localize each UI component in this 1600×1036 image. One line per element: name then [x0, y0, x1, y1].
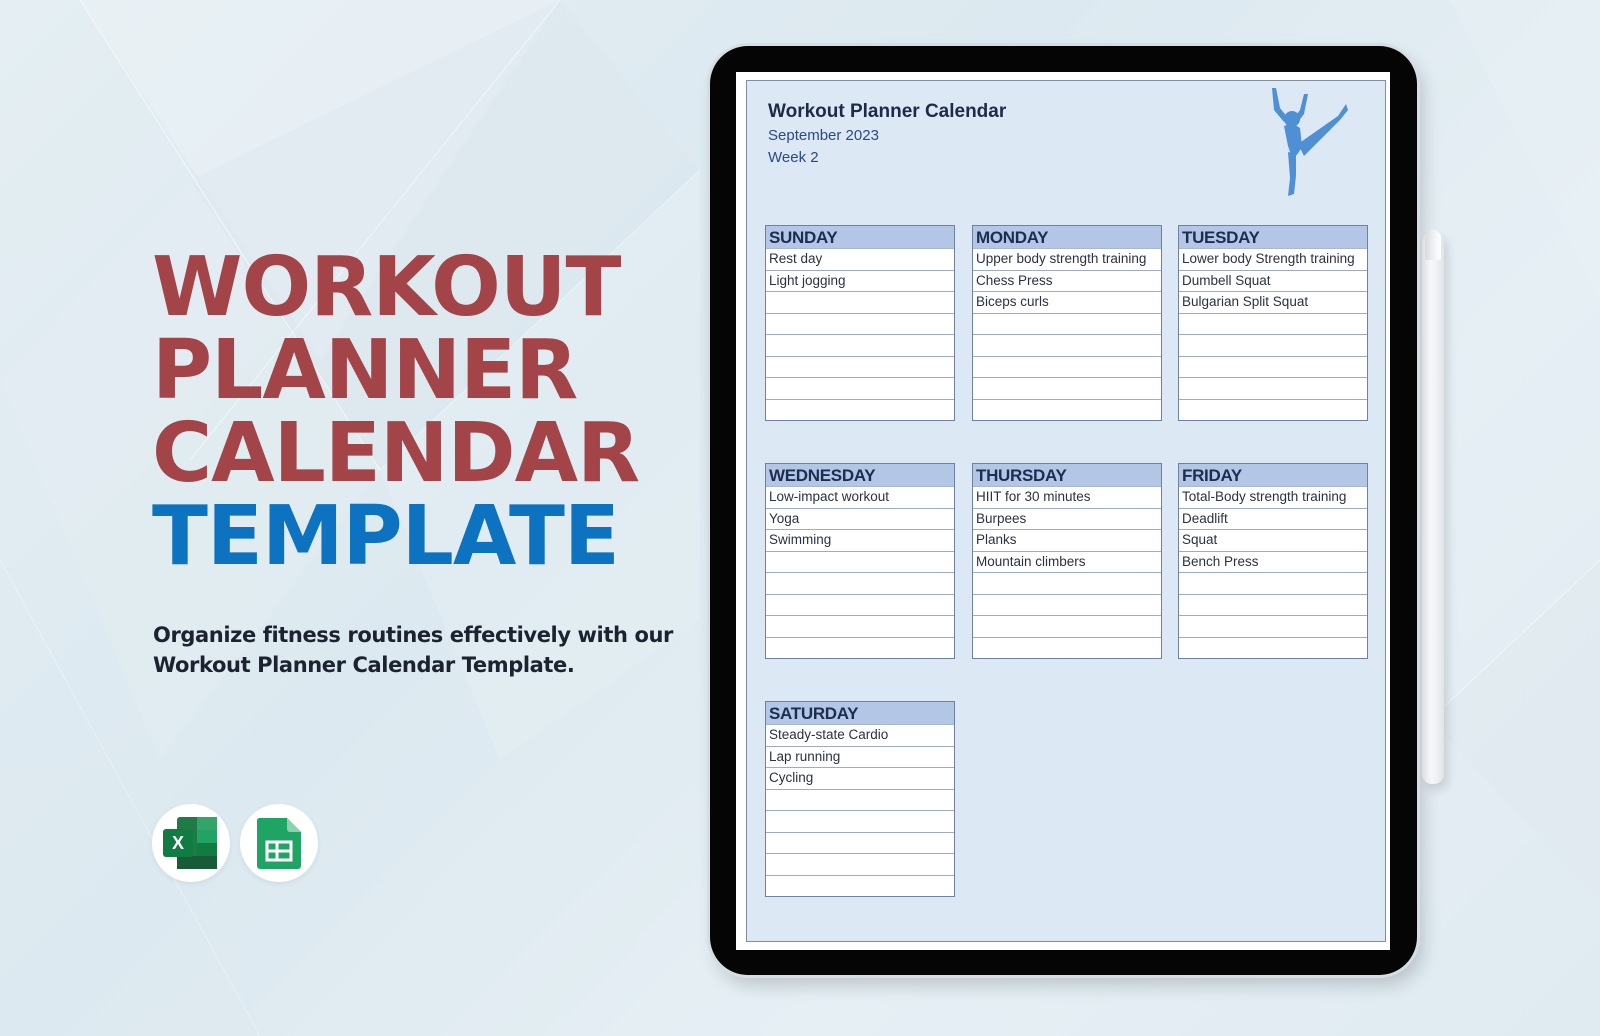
workout-cell[interactable] — [766, 790, 954, 811]
workout-cell[interactable] — [766, 595, 954, 616]
workout-cell[interactable] — [1179, 357, 1367, 378]
workout-cell[interactable] — [766, 292, 954, 314]
workout-cell[interactable]: Swimming — [766, 530, 954, 552]
promo-title-line-1: WORKOUT — [152, 240, 621, 335]
workout-cell[interactable] — [973, 638, 1161, 660]
workout-cell[interactable]: Dumbell Squat — [1179, 271, 1367, 292]
day-header: SATURDAY — [766, 702, 954, 725]
workout-cell[interactable]: Deadlift — [1179, 509, 1367, 530]
workout-cell[interactable] — [766, 876, 954, 898]
day-card-tuesday: TUESDAY Lower body Strength training Dum… — [1178, 225, 1368, 421]
workout-cell[interactable]: Yoga — [766, 509, 954, 530]
stylus-tip — [1425, 230, 1441, 260]
day-card-friday: FRIDAY Total-Body strength training Dead… — [1178, 463, 1368, 659]
day-header: TUESDAY — [1179, 226, 1367, 249]
promo-description-line-1: Organize fitness routines effectively wi… — [153, 623, 673, 647]
workout-cell[interactable] — [766, 638, 954, 660]
workout-cell[interactable] — [766, 616, 954, 638]
workout-cell[interactable] — [973, 595, 1161, 616]
workout-cell[interactable] — [1179, 595, 1367, 616]
document-title: Workout Planner Calendar — [768, 101, 1007, 122]
day-card-monday: MONDAY Upper body strength training Ches… — [972, 225, 1162, 421]
workout-cell[interactable] — [766, 854, 954, 876]
workout-cell[interactable]: Biceps curls — [973, 292, 1161, 314]
excel-icon: X — [163, 817, 217, 869]
promo-description: Organize fitness routines effectively wi… — [153, 620, 673, 680]
workout-cell[interactable] — [766, 833, 954, 854]
promo-title-line-3: CALENDAR — [152, 406, 640, 501]
workout-cell[interactable]: Mountain climbers — [973, 552, 1161, 573]
workout-cell[interactable]: Bulgarian Split Squat — [1179, 292, 1367, 314]
promo-title-highlight: TEMPLATE — [152, 489, 620, 584]
workout-cell[interactable]: HIIT for 30 minutes — [973, 487, 1161, 509]
day-header: WEDNESDAY — [766, 464, 954, 487]
workout-cell[interactable] — [973, 357, 1161, 378]
day-header: FRIDAY — [1179, 464, 1367, 487]
day-card-saturday: SATURDAY Steady-state Cardio Lap running… — [765, 701, 955, 897]
workout-cell[interactable] — [766, 335, 954, 357]
workout-cell[interactable] — [766, 400, 954, 422]
workout-cell[interactable] — [1179, 573, 1367, 595]
workout-cell[interactable] — [1179, 400, 1367, 422]
workout-cell[interactable] — [766, 811, 954, 833]
workout-cell[interactable]: Burpees — [973, 509, 1161, 530]
workout-cell[interactable] — [1179, 616, 1367, 638]
workout-cell[interactable] — [766, 378, 954, 400]
workout-cell[interactable] — [973, 400, 1161, 422]
workout-cell[interactable] — [1179, 378, 1367, 400]
workout-cell[interactable]: Bench Press — [1179, 552, 1367, 573]
promo-title-line-2: PLANNER — [152, 323, 578, 418]
workout-cell[interactable] — [973, 573, 1161, 595]
workout-cell[interactable] — [973, 314, 1161, 335]
workout-cell[interactable]: Lap running — [766, 747, 954, 768]
workout-cell[interactable]: Cycling — [766, 768, 954, 790]
day-card-wednesday: WEDNESDAY Low-impact workout Yoga Swimmi… — [765, 463, 955, 659]
workout-cell[interactable]: Planks — [973, 530, 1161, 552]
dancer-silhouette-icon — [1272, 88, 1348, 196]
workout-cell[interactable] — [973, 616, 1161, 638]
workout-cell[interactable] — [766, 552, 954, 573]
stylus-pencil — [1422, 232, 1444, 784]
workout-cell[interactable] — [1179, 314, 1367, 335]
workout-cell[interactable] — [973, 378, 1161, 400]
workout-cell[interactable] — [766, 357, 954, 378]
day-header: THURSDAY — [973, 464, 1161, 487]
promo-description-line-2: Workout Planner Calendar Template. — [153, 653, 575, 677]
workout-cell[interactable]: Rest day — [766, 249, 954, 271]
day-header: MONDAY — [973, 226, 1161, 249]
workout-cell[interactable]: Total-Body strength training — [1179, 487, 1367, 509]
document-month: September 2023 — [768, 127, 879, 144]
workout-cell[interactable] — [1179, 335, 1367, 357]
workout-cell[interactable]: Lower body Strength training — [1179, 249, 1367, 271]
google-sheets-icon — [256, 818, 301, 869]
workout-cell[interactable]: Upper body strength training — [973, 249, 1161, 271]
workout-cell[interactable]: Squat — [1179, 530, 1367, 552]
workout-cell[interactable] — [766, 314, 954, 335]
workout-cell[interactable]: Low-impact workout — [766, 487, 954, 509]
workout-cell[interactable]: Light jogging — [766, 271, 954, 292]
workout-cell[interactable] — [973, 335, 1161, 357]
excel-icon-label: X — [172, 833, 184, 853]
excel-badge[interactable]: X — [152, 804, 230, 882]
promo-title: WORKOUT PLANNER CALENDAR TEMPLATE — [152, 240, 640, 584]
workout-cell[interactable] — [766, 573, 954, 595]
workout-cell[interactable]: Steady-state Cardio — [766, 725, 954, 747]
day-header: SUNDAY — [766, 226, 954, 249]
workout-cell[interactable] — [1179, 638, 1367, 660]
google-sheets-badge[interactable] — [240, 804, 318, 882]
workout-cell[interactable]: Chess Press — [973, 271, 1161, 292]
day-card-thursday: THURSDAY HIIT for 30 minutes Burpees Pla… — [972, 463, 1162, 659]
document-week: Week 2 — [768, 149, 819, 166]
day-card-sunday: SUNDAY Rest day Light jogging — [765, 225, 955, 421]
